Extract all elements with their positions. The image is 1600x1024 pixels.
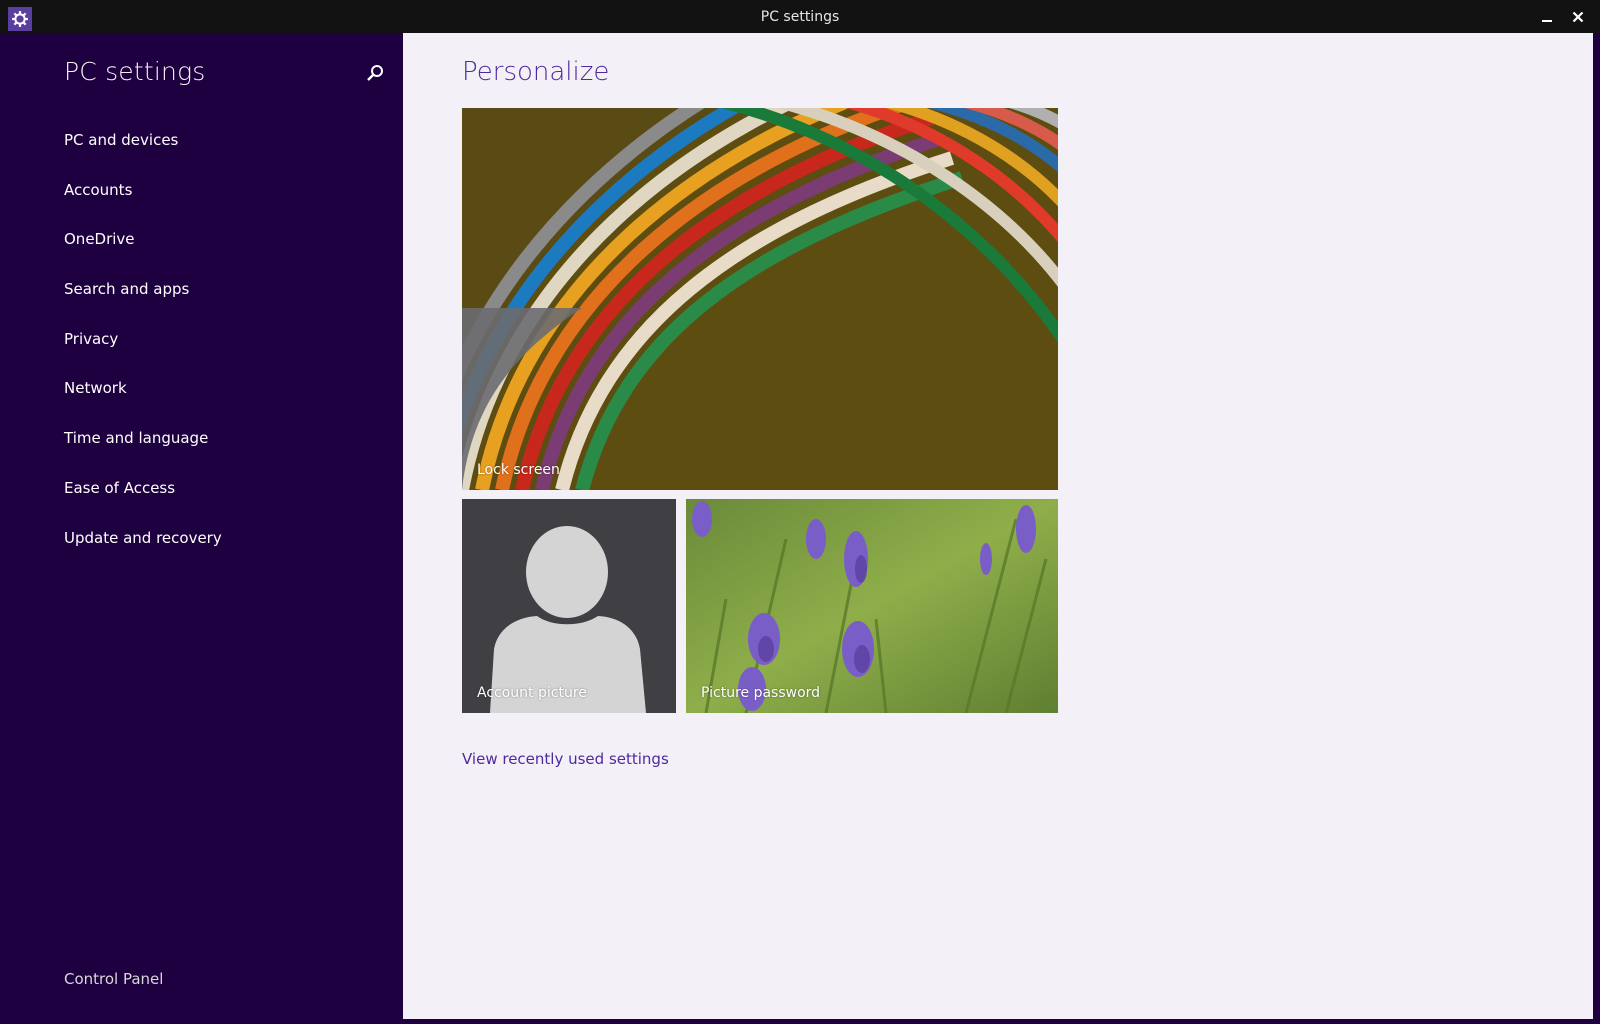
content-pane: Personalize Lock screen Account picture … [403, 33, 1593, 1019]
sidebar: PC settings PC and devices Accounts OneD… [11, 33, 403, 1019]
sidebar-item-ease-of-access[interactable]: Ease of Access [64, 478, 222, 528]
close-button[interactable] [1566, 6, 1590, 28]
sidebar-item-onedrive[interactable]: OneDrive [64, 229, 222, 279]
avatar-icon [462, 499, 676, 713]
window-title: PC settings [760, 9, 840, 25]
sidebar-item-search-and-apps[interactable]: Search and apps [64, 279, 222, 329]
sidebar-item-pc-and-devices[interactable]: PC and devices [64, 130, 222, 180]
sidebar-title: PC settings [64, 57, 206, 86]
picture-password-image [686, 499, 1058, 713]
sidebar-item-privacy[interactable]: Privacy [64, 329, 222, 379]
control-panel-link[interactable]: Control Panel [64, 970, 163, 988]
sidebar-item-update-and-recovery[interactable]: Update and recovery [64, 528, 222, 578]
title-bar: PC settings [0, 0, 1600, 33]
sidebar-item-accounts[interactable]: Accounts [64, 180, 222, 230]
close-icon [1572, 11, 1584, 23]
minimize-button[interactable] [1535, 6, 1559, 28]
page-title: Personalize [462, 57, 610, 87]
account-picture-label: Account picture [477, 685, 587, 701]
minimize-icon [1542, 20, 1552, 22]
account-picture-tile[interactable]: Account picture [462, 499, 676, 713]
view-recent-settings-link[interactable]: View recently used settings [462, 750, 669, 768]
picture-password-tile[interactable]: Picture password [686, 499, 1058, 713]
lock-screen-label: Lock screen [477, 462, 560, 478]
lock-screen-tile[interactable]: Lock screen [462, 108, 1058, 490]
sidebar-item-time-and-language[interactable]: Time and language [64, 428, 222, 478]
picture-password-label: Picture password [701, 685, 821, 701]
sidebar-nav: PC and devices Accounts OneDrive Search … [64, 130, 222, 577]
sidebar-item-network[interactable]: Network [64, 378, 222, 428]
search-button[interactable] [364, 63, 386, 85]
lock-screen-image [462, 108, 1058, 490]
search-icon [367, 65, 383, 81]
